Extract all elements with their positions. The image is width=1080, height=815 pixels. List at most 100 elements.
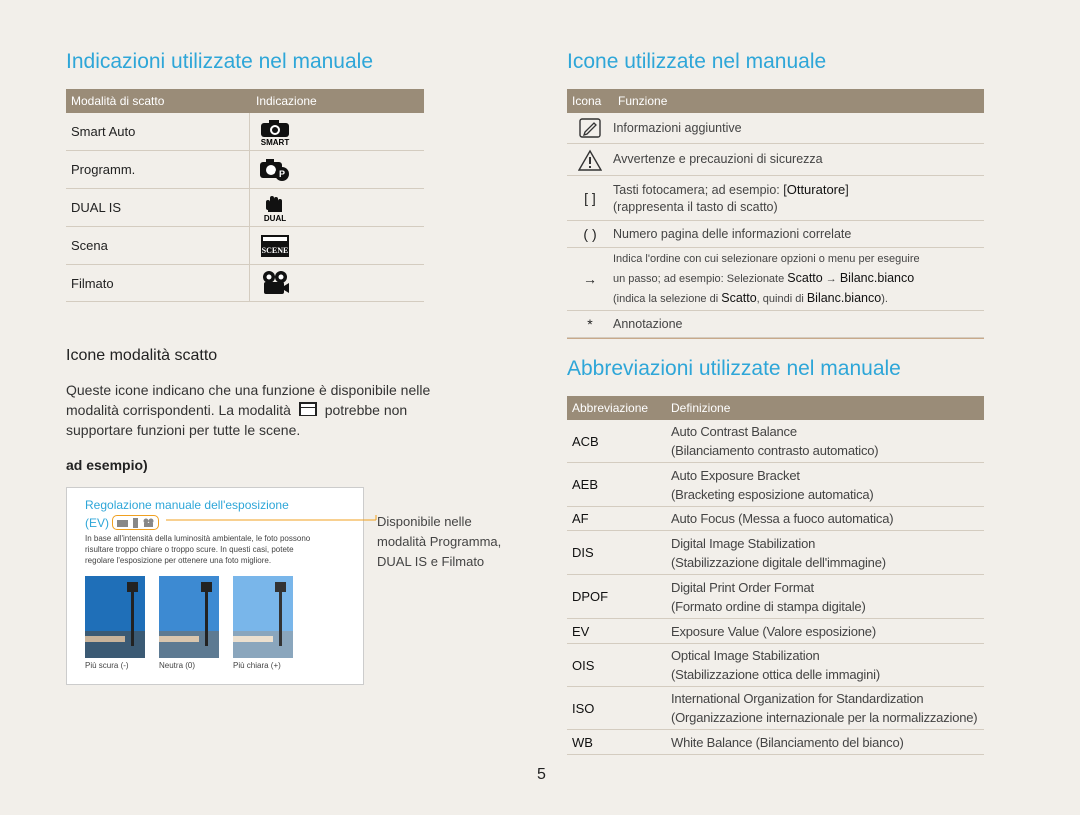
abbr-definition-line: (Formato ordine di stampa digitale) (671, 598, 866, 614)
warning-icon (567, 149, 613, 171)
photo-darker (85, 576, 145, 658)
movie-mode-icon (249, 265, 300, 301)
abbr-table: Abbreviazione Definizione ACB Auto Contra… (567, 396, 984, 755)
icon-row: ( ) Numero pagina delle informazioni corr… (567, 221, 984, 248)
dual-is-small-icon (133, 517, 138, 528)
icon-description: Numero pagina delle informazioni correla… (613, 226, 851, 243)
abbr-table-header: Abbreviazione Definizione (567, 396, 984, 420)
mode-row: Programm. P (66, 151, 424, 189)
icon-text: Annotazione (613, 316, 683, 331)
abbr-code: ACB (572, 433, 599, 449)
abbr-definition: White Balance (Bilanciamento del bianco) (671, 733, 904, 752)
icon-symbol: [ ] (584, 190, 596, 206)
svg-text:P: P (279, 169, 285, 179)
icon-symbol: * (587, 316, 593, 332)
caption-lighter: Più chiara (+) (233, 661, 281, 670)
movie-small-icon (143, 518, 154, 527)
bracket-close: ] (845, 182, 849, 197)
example-desc-line: In base all'intensità della luminosità a… (85, 534, 311, 543)
abbr-definition-line: Digital Print Order Format (671, 579, 814, 595)
callout-line (166, 515, 377, 521)
icon-text-line: un passo; ad esempio: Selezionate Scatto… (613, 269, 920, 289)
icon-description: Indica l'ordine con cui selezionare opzi… (613, 250, 920, 309)
dual-is-icon: DUAL (249, 189, 300, 226)
icon-text-line: Tasti fotocamera; ad esempio: [Otturator… (613, 181, 849, 199)
icons-table-header: Icona Funzione (567, 89, 984, 113)
scene-mode-icon: SCENE (249, 227, 300, 264)
abbr-definition: Auto Focus (Messa a fuoco automatica) (671, 509, 894, 528)
icon-row: * Annotazione (567, 311, 984, 338)
header-icon: Icona (572, 94, 602, 108)
example-desc-line: regolare l'esposizione per ottenere una … (85, 556, 272, 565)
abbr-definition: Auto Contrast Balance (Bilanciamento cont… (671, 422, 879, 460)
para-line-2a: modalità corrispondenti. La modalità (66, 402, 291, 418)
abbr-definition: Exposure Value (Valore esposizione) (671, 622, 876, 641)
icon-text: un passo; ad esempio: Selezionate (613, 272, 788, 285)
menu-item-name: Scatto (721, 290, 757, 305)
para-line-3: supportare funzioni per tutte le scene. (66, 422, 301, 438)
header-abbr: Abbreviazione (572, 401, 649, 415)
abbr-definition-line: Auto Focus (Messa a fuoco automatica) (671, 511, 894, 526)
icon-description: Annotazione (613, 316, 683, 333)
header-mode: Modalità di scatto (71, 94, 165, 108)
page-number: 5 (537, 766, 546, 783)
abbr-code: DIS (572, 545, 594, 560)
abbr-definition-line: Auto Contrast Balance (671, 424, 797, 439)
caption-neutral: Neutra (0) (159, 661, 196, 670)
icon-description: Informazioni aggiuntive (613, 120, 742, 137)
program-small-icon (117, 520, 128, 527)
icon-text-line: Indica l'ordine con cui selezionare opzi… (613, 252, 920, 265)
svg-text:DUAL: DUAL (264, 214, 286, 222)
abbr-definition-line: White Balance (Bilanciamento del bianco) (671, 734, 904, 750)
svg-text:SCENE: SCENE (262, 246, 289, 255)
photo-lighter (233, 576, 293, 658)
photo-neutral (159, 576, 219, 658)
example-heading: Regolazione manuale dell'esposizione (85, 498, 289, 512)
callout-text: Disponibile nelle modalità Programma, DU… (377, 512, 501, 572)
abbr-definition-line: International Organization for Standardi… (671, 691, 924, 706)
callout-line-text: DUAL IS e Filmato (377, 554, 485, 569)
icon-row: Informazioni aggiuntive (567, 113, 984, 144)
callout-line-text: modalità Programma, (377, 534, 502, 549)
mode-table: Modalità di scatto Indicazione Smart Aut… (66, 89, 424, 302)
para-line-2b: potrebbe non (324, 402, 408, 418)
icons-table: Icona Funzione Informazioni aggiuntive Av… (567, 89, 984, 339)
abbr-row: ACB Auto Contrast Balance (Bilanciamento c… (567, 420, 984, 463)
scene-inline-icon (298, 402, 317, 416)
icon-text-line: (indica la selezione di Scatto, quindi d… (613, 289, 920, 309)
abbr-code: WB (572, 734, 593, 750)
abbr-code: AF (572, 511, 589, 526)
abbr-code: EV (572, 623, 590, 639)
para-line-1: Queste icone indicano che una funzione è… (66, 382, 431, 398)
example-ev-row: (EV) (85, 515, 159, 530)
abbr-row: OIS Optical Image Stabilization (Stabilizz… (567, 644, 984, 687)
mode-label: Scena (71, 238, 108, 253)
menu-item-name: Bilanc.bianco (839, 270, 915, 285)
icon-text: Numero pagina delle informazioni correla… (613, 226, 852, 241)
program-mode-icon: P (249, 151, 300, 188)
abbr-code: OIS (572, 657, 595, 673)
icon-description: Tasti fotocamera; ad esempio: [Otturator… (613, 181, 849, 216)
abbr-definition-line: (Bilanciamento contrasto automatico) (671, 443, 879, 458)
abbr-code: DPOF (572, 589, 609, 604)
mode-row: DUAL IS DUAL (66, 189, 424, 227)
header-definition: Definizione (671, 401, 731, 415)
icon-text: ). (881, 292, 888, 305)
icon-row: [ ] Tasti fotocamera; ad esempio: [Ottura… (567, 176, 984, 221)
icon-text: Avvertenze e precauzioni di sicurezza (613, 152, 823, 166)
intro-paragraph: Queste icone indicano che una funzione è… (66, 380, 486, 440)
icons-title: Icone utilizzate nel manuale (567, 50, 827, 73)
smart-auto-icon: SMART (249, 113, 300, 150)
mode-table-header: Modalità di scatto Indicazione (66, 89, 424, 113)
abbr-row: DPOF Digital Print Order Format (Formato o… (567, 575, 984, 619)
abbr-definition: Auto Exposure Bracket (Bracketing esposiz… (671, 466, 874, 504)
abbr-row: ISO International Organization for Standa… (567, 687, 984, 730)
abbr-definition-line: Exposure Value (Valore esposizione) (671, 623, 876, 639)
note-icon (567, 118, 613, 138)
header-function: Funzione (618, 94, 668, 108)
abbr-definition-line: Auto Exposure Bracket (671, 467, 800, 483)
abbr-definition-line: (Stabilizzazione ottica delle immagini) (671, 667, 880, 682)
example-label: ad esempio) (66, 457, 148, 473)
abbr-definition-line: Digital Image Stabilization (671, 535, 816, 551)
abbr-definition-line: (Stabilizzazione digitale dell'immagine) (671, 554, 886, 570)
